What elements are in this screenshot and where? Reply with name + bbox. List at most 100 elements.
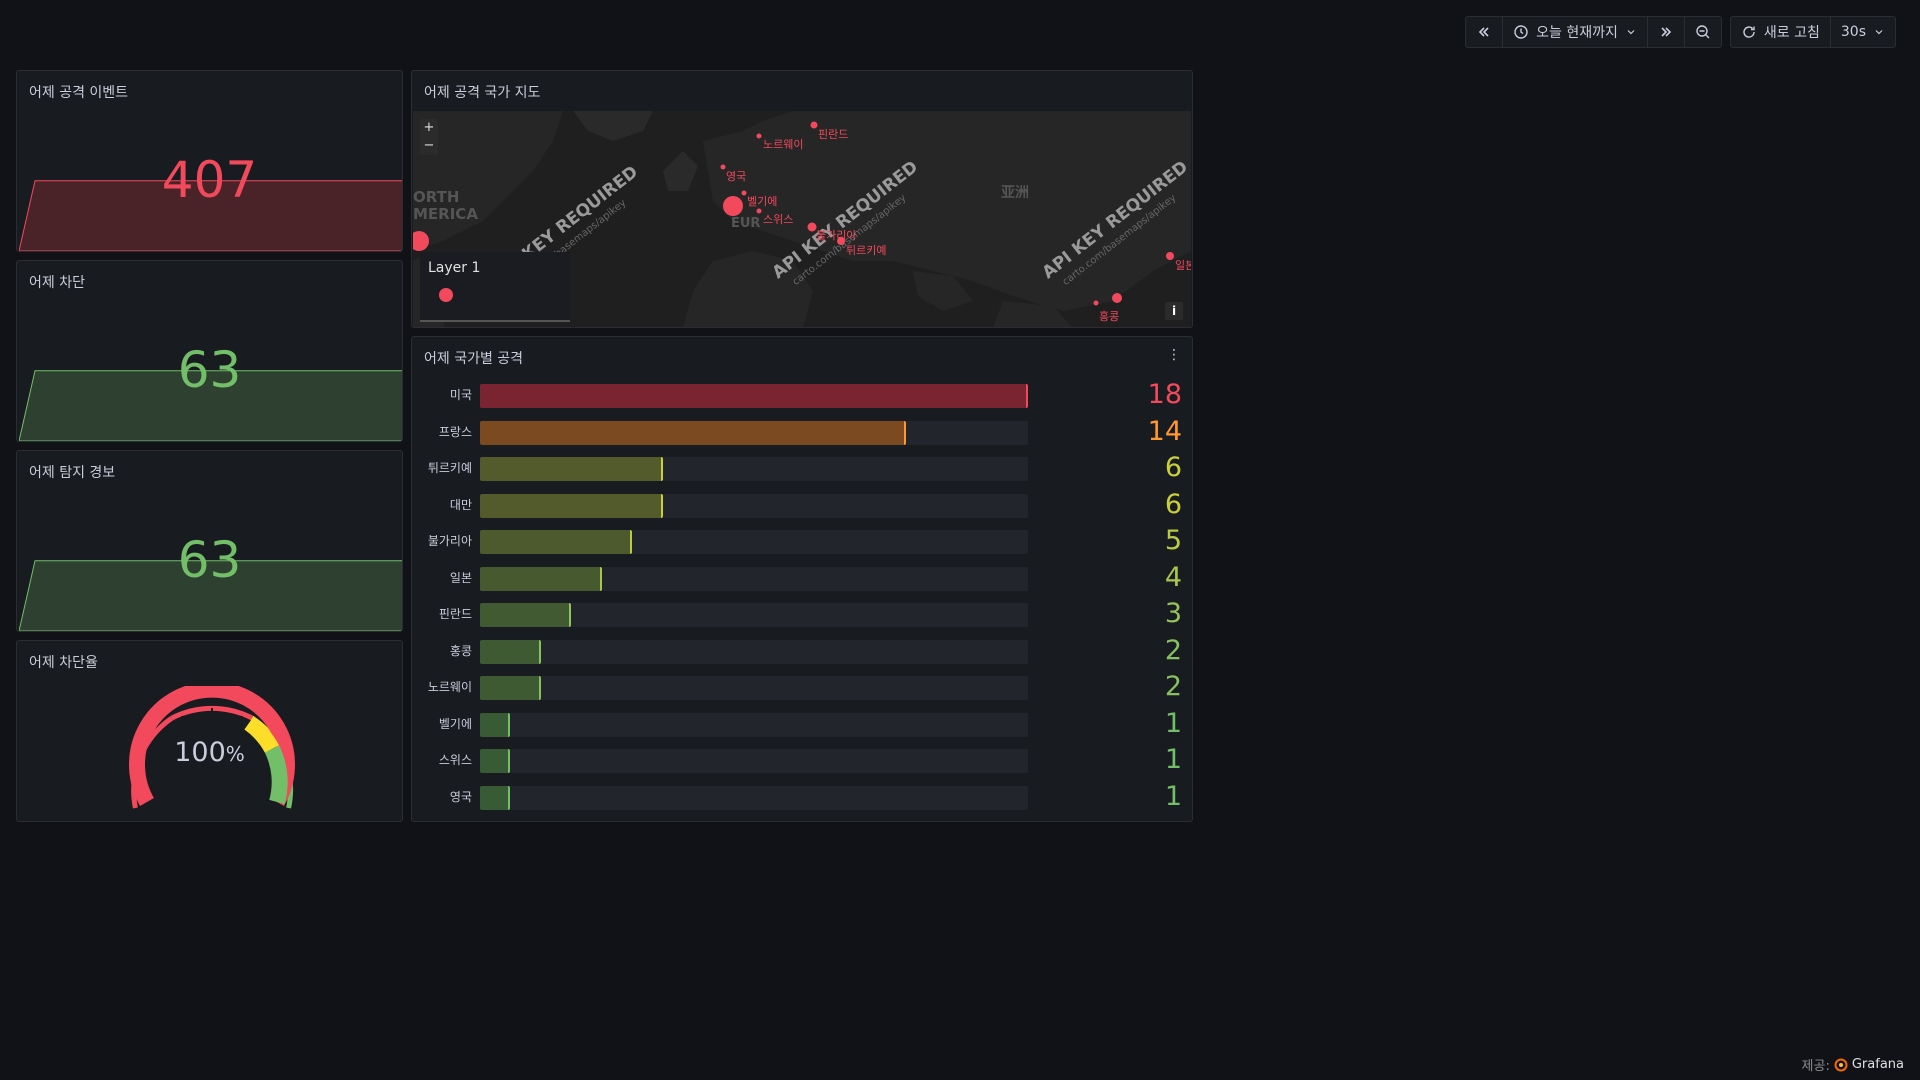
zoom-control: + − [420, 119, 438, 155]
time-range-picker[interactable]: 오늘 현재까지 [1503, 17, 1648, 47]
map-marker[interactable] [741, 190, 747, 196]
bar-row: 튀르키예 6 [422, 452, 1182, 483]
refresh-group: 새로 고침 30s [1729, 16, 1896, 48]
map-marker[interactable] [1112, 293, 1122, 303]
bar-value: 1 [1164, 780, 1182, 812]
zoom-out-icon [1696, 25, 1710, 39]
zoom-out-time-button[interactable] [1685, 17, 1721, 47]
bar-track [480, 785, 1028, 810]
bar-fill [480, 493, 663, 518]
chevron-down-icon [1875, 30, 1883, 35]
bar-label: 일본 [449, 570, 472, 585]
bar-row: 영국 1 [422, 780, 1182, 812]
refresh-button[interactable]: 새로 고침 [1731, 17, 1831, 47]
bar-fill [480, 785, 511, 810]
country-attacks-panel: 어제 국가별 공격 ⋮ 미국 18 프랑스 14 튀르키예 6 대만 6 불가리아 5 일본 4 핀란드… [411, 336, 1193, 822]
refresh-label: 새로 고침 [1763, 25, 1820, 41]
refresh-interval-picker[interactable]: 30s [1831, 17, 1895, 47]
bar-value: 18 [1147, 379, 1182, 410]
bar-label: 대만 [449, 497, 472, 512]
alerts-panel: 어제 탐지 경보 63 [16, 450, 403, 632]
bar-label: 벨기에 [438, 716, 472, 731]
marker-label: 노르웨이 [763, 138, 803, 151]
panel-title: 어제 탐지 경보 [29, 465, 116, 481]
marker-label: 홍콩 [1099, 309, 1119, 323]
marker-label: 불가리아 [816, 229, 856, 242]
map-info-button[interactable]: i [1165, 302, 1183, 320]
panel-title: 어제 차단율 [29, 655, 98, 671]
bar-track [480, 384, 1028, 408]
legend-dot-icon [439, 288, 453, 302]
map-marker[interactable] [720, 164, 726, 170]
continent-label: MERICA [413, 205, 478, 223]
bar-track [480, 457, 1028, 481]
zoom-out-button[interactable]: − [420, 137, 438, 155]
bar-track [480, 639, 1028, 664]
blocked-panel: 어제 차단 63 [16, 260, 403, 442]
bar-track [480, 530, 1028, 554]
continent-label: ORTH [413, 188, 459, 206]
bar-row: 홍콩 2 [422, 635, 1182, 666]
bar-value: 5 [1164, 525, 1182, 556]
bar-label: 미국 [449, 388, 472, 402]
bar-fill [480, 639, 541, 664]
bar-track [480, 749, 1028, 773]
bar-label: 영국 [449, 789, 472, 804]
refresh-interval-label: 30s [1840, 24, 1866, 40]
map-legend: Layer 1 [420, 252, 570, 322]
map-marker[interactable] [837, 237, 845, 245]
bar-track [480, 493, 1028, 518]
panel-menu-icon[interactable]: ⋮ [1164, 345, 1184, 365]
map-marker[interactable] [756, 208, 762, 214]
bar-fill [480, 566, 602, 591]
time-picker-group: 오늘 현재까지 [1465, 16, 1722, 48]
bar-fill [480, 676, 541, 700]
bar-row: 스위스 1 [422, 744, 1182, 775]
bar-value: 4 [1164, 561, 1182, 593]
bar-value: 14 [1147, 415, 1182, 447]
marker-label: 튀르키예 [846, 244, 886, 257]
gauge-number: 100 [174, 737, 226, 768]
bar-track [480, 566, 1028, 591]
bar-track [480, 712, 1028, 737]
zoom-in-button[interactable]: + [420, 119, 438, 137]
stat-value: 63 [177, 341, 242, 399]
provided-by-label: 제공: [1801, 1059, 1830, 1074]
panel-title: 어제 공격 이벤트 [29, 85, 129, 101]
block-rate-panel: 어제 차단율 100% [16, 640, 403, 822]
bar-fill [480, 457, 663, 481]
world-map[interactable]: ORTH MERICA EUR 亚洲 API KEY REQUIRED cart… [413, 111, 1191, 327]
time-shift-forward-button[interactable] [1648, 17, 1685, 47]
refresh-icon [1743, 26, 1755, 38]
clock-icon [1514, 25, 1528, 39]
bar-label: 노르웨이 [427, 680, 472, 694]
map-marker[interactable] [756, 133, 762, 139]
bar-value: 6 [1164, 488, 1182, 520]
bar-fill [480, 712, 511, 737]
map-marker[interactable] [810, 121, 818, 129]
bar-label: 튀르키예 [427, 461, 472, 475]
map-marker[interactable] [1093, 300, 1099, 306]
dashboard-toolbar: 오늘 현재까지 새로 고침 30s [1465, 16, 1896, 48]
grafana-logo-icon [1834, 1058, 1848, 1071]
stat-value: 63 [177, 531, 242, 589]
map-marker[interactable] [1166, 252, 1174, 260]
bar-label: 홍콩 [449, 643, 472, 658]
panel-title: 어제 국가별 공격 [424, 351, 524, 367]
bar-row: 일본 4 [422, 561, 1182, 593]
bar-label: 스위스 [438, 753, 472, 767]
map-marker[interactable] [723, 196, 743, 216]
marker-label: 핀란드 [818, 128, 848, 141]
bar-row: 핀란드 3 [422, 598, 1182, 629]
time-range-label: 오늘 현재까지 [1536, 25, 1618, 41]
bar-row: 벨기에 1 [422, 707, 1182, 739]
grafana-brand: Grafana [1851, 1057, 1904, 1072]
gauge-unit: % [225, 742, 245, 766]
bar-label: 프랑스 [438, 424, 472, 439]
bar-row: 프랑스 14 [422, 415, 1182, 447]
bar-value: 1 [1164, 707, 1182, 739]
bar-row: 불가리아 5 [422, 525, 1182, 556]
bar-row: 노르웨이 2 [422, 671, 1182, 702]
time-shift-back-button[interactable] [1466, 17, 1504, 47]
bar-row: 대만 6 [422, 488, 1182, 520]
